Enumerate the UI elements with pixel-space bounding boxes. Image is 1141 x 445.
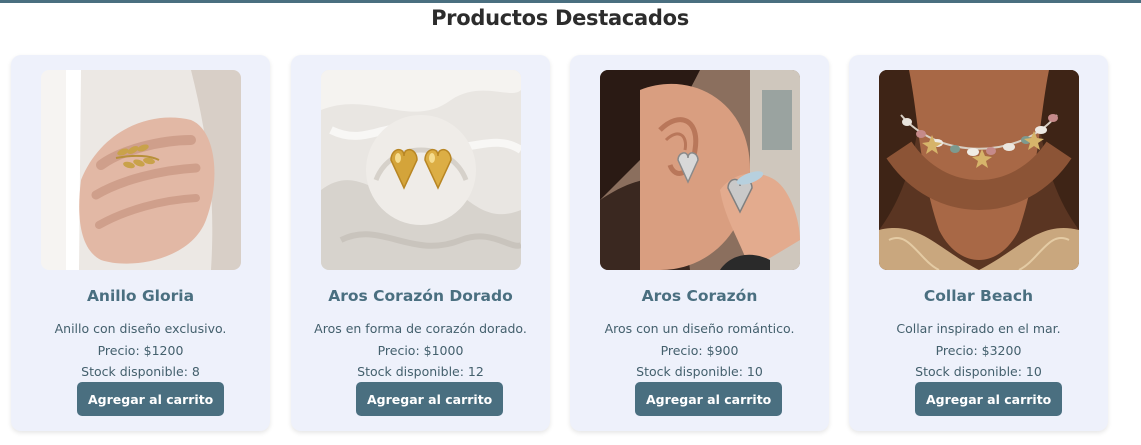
product-grid: Anillo Gloria Anillo con diseño exclusiv…: [11, 55, 1141, 435]
product-card: Collar Beach Collar inspirado en el mar.…: [849, 55, 1108, 431]
add-to-cart-button[interactable]: Agregar al carrito: [635, 382, 783, 416]
product-price: Precio: $1000: [377, 343, 464, 358]
product-stock: Stock disponible: 10: [636, 364, 763, 379]
product-name: Collar Beach: [923, 287, 1034, 305]
section-title: Productos Destacados: [431, 6, 689, 30]
product-image-gold-heart-earrings[interactable]: [321, 70, 521, 270]
product-name: Aros Corazón: [641, 287, 758, 305]
product-price: Precio: $1200: [97, 343, 184, 358]
product-card: Aros Corazón Dorado Aros en forma de cor…: [291, 55, 550, 431]
product-image-beach-necklace[interactable]: [879, 70, 1079, 270]
product-card: Aros Corazón Aros con un diseño romántic…: [570, 55, 829, 431]
product-price: Precio: $3200: [935, 343, 1022, 358]
product-name: Anillo Gloria: [86, 287, 195, 305]
top-accent-bar: [0, 0, 1141, 3]
product-description: Anillo con diseño exclusivo.: [54, 321, 227, 336]
product-card: Anillo Gloria Anillo con diseño exclusiv…: [11, 55, 270, 431]
product-stock: Stock disponible: 8: [81, 364, 200, 379]
product-description: Aros en forma de corazón dorado.: [314, 321, 527, 336]
product-image-ring[interactable]: [41, 70, 241, 270]
product-description: Collar inspirado en el mar.: [896, 321, 1061, 336]
add-to-cart-button[interactable]: Agregar al carrito: [356, 382, 504, 416]
product-stock: Stock disponible: 10: [915, 364, 1042, 379]
product-description: Aros con un diseño romántico.: [604, 321, 795, 336]
product-price: Precio: $900: [660, 343, 739, 358]
product-name: Aros Corazón Dorado: [328, 287, 513, 305]
product-image-silver-heart-earring[interactable]: [600, 70, 800, 270]
add-to-cart-button[interactable]: Agregar al carrito: [77, 382, 225, 416]
product-stock: Stock disponible: 12: [357, 364, 484, 379]
add-to-cart-button[interactable]: Agregar al carrito: [915, 382, 1063, 416]
